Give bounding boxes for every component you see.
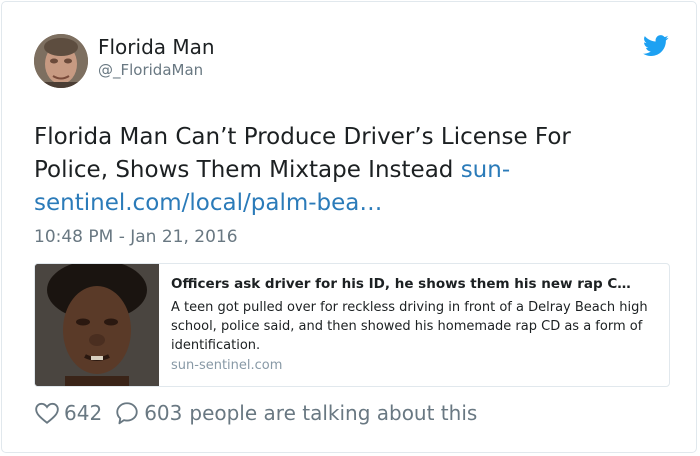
link-preview-domain: sun-sentinel.com [171, 358, 283, 373]
link-preview-body: Officers ask driver for his ID, he shows… [171, 274, 659, 373]
tweet-timestamp[interactable]: 10:48 PM - Jan 21, 2016 [34, 227, 238, 247]
avatar[interactable] [34, 34, 88, 88]
author-handle[interactable]: @_FloridaMan [98, 61, 203, 79]
link-preview-description: A teen got pulled over for reckless driv… [171, 300, 648, 353]
tweet-card: Florida Man @_FloridaMan Florida Man Can… [1, 1, 697, 453]
talking-text[interactable]: people are talking about this [189, 401, 477, 425]
link-preview-thumbnail [35, 264, 159, 386]
author-name[interactable]: Florida Man [98, 35, 215, 59]
link-preview-card[interactable]: Officers ask driver for his ID, he shows… [34, 263, 670, 387]
tweet-actions: 642 603 people are talking about this [34, 400, 477, 426]
like-count[interactable]: 642 [64, 401, 102, 425]
tweet-text: Florida Man Can’t Produce Driver’s Licen… [34, 121, 634, 220]
speech-bubble-icon[interactable] [114, 400, 140, 426]
twitter-bird-icon[interactable] [643, 35, 669, 57]
link-preview-title[interactable]: Officers ask driver for his ID, he shows… [171, 274, 659, 294]
heart-icon[interactable] [34, 400, 60, 426]
reply-count[interactable]: 603 [144, 401, 182, 425]
